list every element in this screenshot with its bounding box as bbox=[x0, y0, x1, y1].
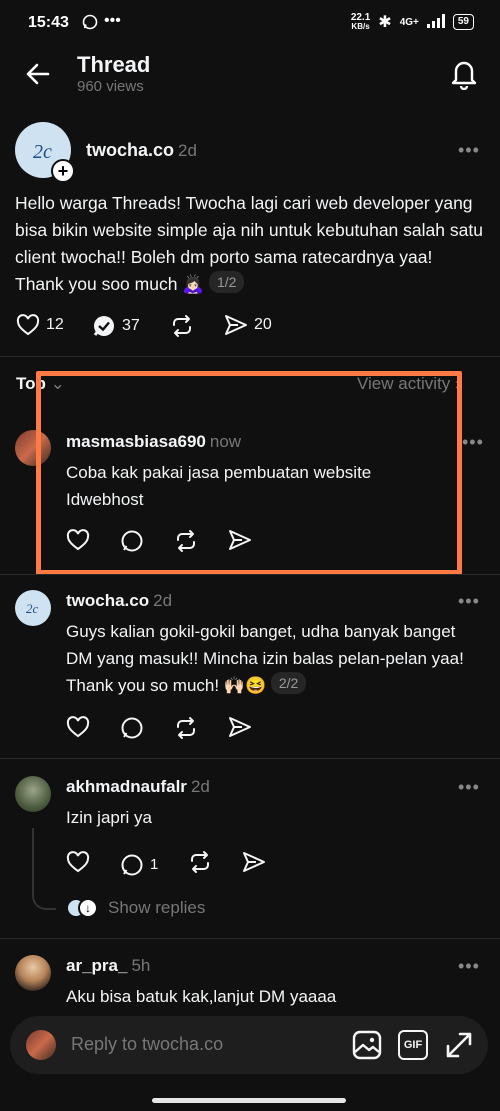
whatsapp-icon bbox=[82, 14, 98, 35]
svg-text:2c: 2c bbox=[26, 601, 39, 616]
page-title: Thread bbox=[77, 52, 151, 77]
comment-count: 37 bbox=[122, 317, 140, 334]
net-speed: 22.1 bbox=[350, 12, 371, 23]
more-options-icon[interactable]: ••• bbox=[462, 432, 484, 453]
arrow-down-icon: ↓ bbox=[78, 898, 98, 918]
comment-count: 1 bbox=[150, 856, 159, 873]
share-button[interactable] bbox=[242, 851, 266, 878]
signal-label: 4G+ bbox=[399, 16, 419, 28]
home-indicator bbox=[152, 1098, 346, 1103]
comment-button[interactable] bbox=[120, 716, 144, 745]
more-options-icon[interactable]: ••• bbox=[458, 591, 480, 612]
send-icon bbox=[243, 852, 266, 872]
comment-icon bbox=[121, 854, 143, 875]
divider bbox=[0, 938, 500, 939]
back-arrow-icon bbox=[26, 63, 50, 85]
post-page-indicator: 1/2 bbox=[208, 271, 245, 293]
avatar[interactable] bbox=[15, 776, 51, 812]
reply-username[interactable]: akhmadnaufalr bbox=[66, 777, 187, 796]
reply-text: Guys kalian gokil-gokil banget, udha ban… bbox=[66, 622, 464, 695]
net-unit: KB/s bbox=[351, 22, 370, 31]
like-button[interactable]: 12 bbox=[16, 314, 64, 336]
back-button[interactable] bbox=[24, 60, 52, 93]
like-count: 12 bbox=[46, 316, 64, 333]
divider bbox=[0, 574, 500, 575]
image-icon bbox=[352, 1030, 382, 1060]
post-text: Hello warga Threads! Twocha lagi cari we… bbox=[15, 193, 483, 294]
gif-button[interactable]: GIF bbox=[398, 1030, 428, 1060]
repost-button[interactable] bbox=[170, 314, 194, 343]
notification-bell-button[interactable] bbox=[450, 58, 478, 95]
repost-icon bbox=[191, 851, 210, 873]
view-count: 960 views bbox=[77, 78, 144, 95]
bluetooth-icon: ✱ bbox=[378, 14, 392, 31]
post-time: 2d bbox=[178, 141, 197, 160]
avatar[interactable]: 2c bbox=[15, 590, 51, 626]
reply-page-indicator: 2/2 bbox=[270, 672, 307, 694]
expand-icon bbox=[446, 1032, 472, 1058]
send-icon bbox=[225, 315, 247, 335]
comment-icon bbox=[121, 717, 143, 739]
post-username[interactable]: twocha.co bbox=[86, 140, 174, 160]
show-replies-label: Show replies bbox=[108, 898, 206, 917]
comment-button[interactable]: 1 bbox=[120, 853, 158, 877]
reply-time: 2d bbox=[153, 591, 173, 610]
repost-icon bbox=[173, 315, 191, 337]
status-bar: 15:43 ••• 22.1 KB/s ✱ 4G+ 59 bbox=[0, 0, 500, 48]
thread-connector bbox=[32, 828, 56, 910]
battery-icon: 59 bbox=[452, 14, 474, 30]
signal-icon bbox=[426, 13, 445, 31]
reply-time: 2d bbox=[190, 777, 210, 796]
avatar bbox=[26, 1030, 56, 1060]
share-button[interactable] bbox=[228, 716, 252, 745]
reply-text: Aku bisa batuk kak,lanjut DM yaaaa bbox=[66, 987, 337, 1006]
avatar[interactable] bbox=[15, 955, 51, 991]
reply-username[interactable]: ar_pra_ bbox=[66, 956, 127, 975]
divider bbox=[0, 758, 500, 759]
svg-text:2c: 2c bbox=[33, 141, 52, 163]
more-notifications-icon: ••• bbox=[104, 12, 121, 29]
image-button[interactable] bbox=[352, 1030, 382, 1065]
comment-check-icon bbox=[93, 316, 114, 336]
more-options-icon[interactable]: ••• bbox=[458, 777, 480, 798]
repost-button[interactable] bbox=[174, 716, 198, 745]
reply-text: Izin japri ya bbox=[66, 808, 152, 827]
highlight-box bbox=[36, 371, 462, 575]
heart-icon bbox=[16, 314, 40, 336]
send-icon bbox=[229, 717, 251, 737]
repost-button[interactable] bbox=[188, 850, 212, 879]
status-time: 15:43 bbox=[28, 14, 69, 31]
like-button[interactable] bbox=[66, 851, 90, 878]
comment-button[interactable]: 37 bbox=[92, 314, 140, 338]
more-options-icon[interactable]: ••• bbox=[458, 956, 480, 977]
like-button[interactable] bbox=[66, 716, 90, 745]
reply-input[interactable]: Reply to twocha.co bbox=[71, 1034, 223, 1055]
show-replies-button[interactable]: ↓ Show replies bbox=[66, 898, 205, 918]
reply-username[interactable]: twocha.co bbox=[66, 591, 149, 610]
heart-icon bbox=[66, 716, 90, 738]
divider bbox=[0, 356, 500, 357]
reply-time: 5h bbox=[131, 956, 151, 975]
gif-label: GIF bbox=[403, 1039, 423, 1051]
follow-plus-icon[interactable]: + bbox=[51, 159, 75, 183]
share-button[interactable]: 20 bbox=[224, 314, 272, 336]
more-options-icon[interactable]: ••• bbox=[458, 140, 480, 161]
share-count: 20 bbox=[254, 316, 272, 333]
bell-icon bbox=[451, 61, 477, 91]
heart-icon bbox=[66, 851, 90, 873]
repost-icon bbox=[177, 717, 195, 739]
expand-button[interactable] bbox=[444, 1030, 474, 1065]
